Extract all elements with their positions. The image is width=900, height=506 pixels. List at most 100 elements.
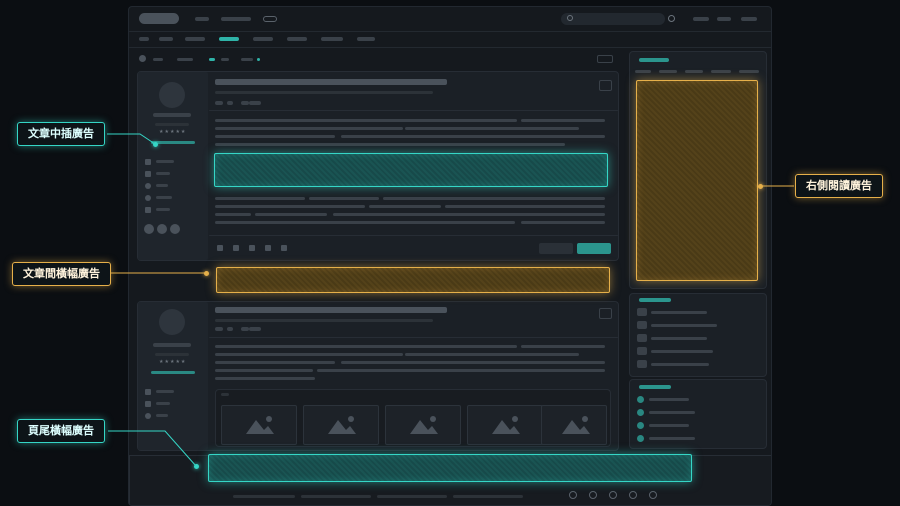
widget-tab[interactable] — [685, 70, 703, 73]
home-icon[interactable] — [139, 55, 146, 62]
body-text-line — [215, 119, 517, 122]
article-meta — [215, 327, 223, 331]
social-icon[interactable] — [569, 491, 577, 499]
gallery-header — [221, 393, 229, 396]
breadcrumb-active[interactable] — [257, 58, 260, 61]
list-item[interactable] — [637, 321, 647, 329]
body-text-line — [215, 197, 305, 200]
body-text-line — [333, 213, 605, 216]
image-icon — [328, 416, 356, 434]
social-icon[interactable] — [589, 491, 597, 499]
body-text-line — [405, 353, 579, 356]
image-thumbnail[interactable] — [541, 405, 607, 445]
breadcrumb-active[interactable] — [209, 58, 215, 61]
body-text-line — [317, 369, 605, 372]
article-meta — [249, 101, 261, 105]
body-text-line — [215, 369, 313, 372]
comment-icon[interactable] — [265, 245, 271, 251]
tab[interactable] — [139, 37, 149, 41]
social-icon[interactable] — [629, 491, 637, 499]
list-item[interactable] — [637, 360, 647, 368]
nav-link[interactable] — [221, 17, 251, 21]
tab[interactable] — [357, 37, 375, 41]
list-item[interactable] — [637, 334, 647, 342]
list-item-text — [649, 437, 695, 440]
avatar[interactable] — [159, 309, 185, 335]
nav-toggle[interactable] — [263, 16, 277, 22]
widget-tab[interactable] — [739, 70, 759, 73]
label-in-article-ad: 文章中插廣告 — [17, 122, 105, 146]
in-article-ad-slot[interactable] — [214, 153, 608, 187]
social-icon[interactable] — [144, 224, 154, 234]
more-icon[interactable] — [599, 308, 612, 319]
article-subtitle — [215, 319, 433, 322]
meta-text — [156, 196, 172, 199]
footer-link[interactable] — [377, 495, 447, 498]
footer-link[interactable] — [233, 495, 295, 498]
image-thumbnail[interactable] — [385, 405, 461, 445]
tab[interactable] — [321, 37, 343, 41]
tab[interactable] — [185, 37, 205, 41]
tabs-divider — [129, 31, 771, 32]
article-title — [215, 307, 447, 313]
widget-title — [639, 298, 671, 302]
tab[interactable] — [287, 37, 307, 41]
breadcrumb[interactable] — [177, 58, 193, 61]
breadcrumb[interactable] — [241, 58, 253, 61]
social-icon[interactable] — [609, 491, 617, 499]
widget-tab[interactable] — [659, 70, 677, 73]
more-icon[interactable] — [599, 80, 612, 91]
widget-title — [639, 385, 671, 389]
list-item[interactable] — [637, 347, 647, 355]
search-input[interactable] — [561, 13, 665, 25]
body-text-line — [341, 135, 605, 138]
header-link[interactable] — [693, 17, 709, 21]
footer-link[interactable] — [301, 495, 371, 498]
image-thumbnail[interactable] — [303, 405, 379, 445]
flag-icon[interactable] — [281, 245, 287, 251]
article-meta — [241, 327, 249, 331]
tab[interactable] — [253, 37, 273, 41]
sidebar-ad-slot[interactable] — [636, 80, 758, 281]
body-text-line — [521, 221, 605, 224]
body-text-line — [215, 135, 335, 138]
tag-icon — [145, 207, 151, 213]
nav-link[interactable] — [195, 17, 209, 21]
list-item-text — [651, 337, 707, 340]
like-icon[interactable] — [217, 245, 223, 251]
breadcrumb[interactable] — [221, 58, 229, 61]
article-meta — [249, 327, 261, 331]
social-icon[interactable] — [170, 224, 180, 234]
body-text-line — [255, 213, 327, 216]
breadcrumb[interactable] — [153, 58, 163, 61]
tab-active[interactable] — [219, 37, 239, 41]
share-icon[interactable] — [249, 245, 255, 251]
widget-tab[interactable] — [635, 70, 651, 73]
image-thumbnail[interactable] — [221, 405, 297, 445]
social-icon[interactable] — [649, 491, 657, 499]
image-icon — [492, 416, 520, 434]
footer-link[interactable] — [453, 495, 523, 498]
follow-button[interactable] — [151, 371, 195, 374]
header-link[interactable] — [741, 17, 757, 21]
info-icon[interactable] — [668, 15, 675, 22]
secondary-button[interactable] — [539, 243, 573, 254]
between-articles-ad-slot[interactable] — [216, 267, 610, 293]
avatar[interactable] — [159, 82, 185, 108]
star-icon[interactable] — [233, 245, 239, 251]
list-bullet — [637, 409, 644, 416]
star-icon: ★★★★★ — [159, 129, 187, 135]
list-item[interactable] — [637, 308, 647, 316]
social-icon[interactable] — [157, 224, 167, 234]
primary-button[interactable] — [577, 243, 611, 254]
location-icon — [145, 183, 151, 189]
tab[interactable] — [159, 37, 173, 41]
body-text-line — [215, 213, 251, 216]
header-link[interactable] — [717, 17, 731, 21]
widget-tab[interactable] — [711, 70, 731, 73]
more-icon[interactable] — [597, 55, 613, 63]
list-bullet — [637, 422, 644, 429]
image-thumbnail[interactable] — [467, 405, 543, 445]
footer-ad-slot[interactable] — [208, 454, 692, 482]
body-text-line — [405, 127, 579, 130]
